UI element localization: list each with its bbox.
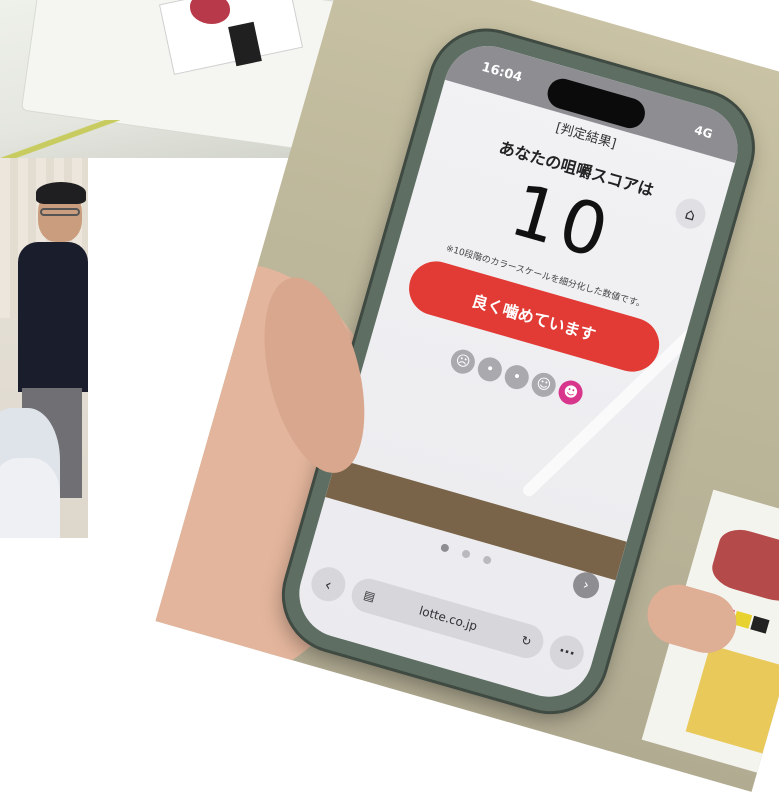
color-swatch — [750, 615, 770, 634]
board-illustration — [685, 644, 779, 754]
yellow-line — [0, 120, 120, 158]
neutral-face-icon: • — [474, 354, 505, 385]
reload-icon[interactable]: ↻ — [520, 633, 534, 649]
more-button[interactable]: ··· — [545, 631, 588, 674]
back-button[interactable]: ‹ — [307, 563, 350, 606]
neutral-face-icon: • — [501, 362, 532, 392]
sad-face-icon: ☹ — [448, 346, 478, 377]
page-dot[interactable] — [439, 542, 450, 553]
presenter-hair — [36, 182, 86, 204]
page-dot[interactable] — [461, 549, 471, 559]
content-band — [325, 458, 627, 581]
audience-member — [0, 458, 60, 538]
url-text: lotte.co.jp — [417, 603, 479, 634]
reader-icon[interactable]: ▤ — [362, 588, 377, 605]
page-dot[interactable] — [482, 555, 493, 565]
board-gum-image — [707, 524, 779, 607]
glasses — [40, 208, 80, 216]
happy-face-icon: ☻ — [555, 377, 586, 408]
address-bar[interactable]: ▤ lotte.co.jp ↻ — [347, 574, 548, 663]
smile-face-icon: ☺ — [528, 369, 559, 400]
presenter-body — [18, 242, 88, 392]
photo-presenter — [0, 158, 88, 538]
